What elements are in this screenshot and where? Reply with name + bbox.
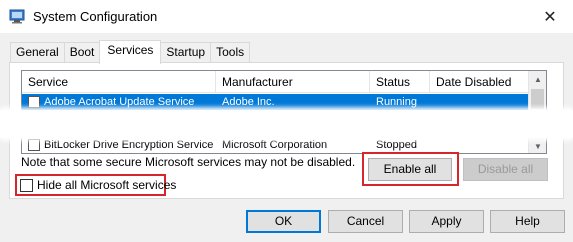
tab-strip: General Boot Services Startup Tools	[10, 40, 251, 64]
service-manufacturer: Adobe Inc.	[222, 96, 275, 108]
tab-general[interactable]: General	[10, 42, 65, 63]
close-icon[interactable]: ✕	[527, 0, 573, 33]
service-name: Adobe Acrobat Update Service	[44, 95, 195, 108]
service-name: BitLocker Drive Encryption Service	[44, 138, 214, 151]
enable-all-button[interactable]: Enable all	[368, 158, 452, 181]
services-list-header: Service Manufacturer Status Date Disable…	[22, 71, 528, 93]
hide-microsoft-services-checkbox[interactable]	[20, 178, 33, 192]
disable-all-button[interactable]: Disable all	[463, 158, 548, 181]
screenshot-tear-gap	[0, 110, 573, 138]
column-header-service[interactable]: Service	[22, 71, 216, 93]
service-manufacturer: Microsoft Corporation	[222, 139, 328, 151]
msconfig-app-icon	[9, 9, 25, 24]
column-header-manufacturer[interactable]: Manufacturer	[216, 71, 370, 93]
service-status: Stopped	[376, 139, 417, 151]
scroll-up-icon[interactable]: ▲	[529, 71, 546, 88]
tab-services[interactable]: Services	[99, 40, 162, 64]
system-configuration-window: System Configuration ✕ General Boot Serv…	[0, 0, 573, 242]
secure-services-note: Note that some secure Microsoft services…	[21, 155, 356, 169]
service-row[interactable]: BitLocker Drive Encryption Service Micro…	[22, 137, 528, 153]
scroll-down-icon[interactable]: ▼	[529, 138, 546, 153]
scroll-thumb[interactable]	[531, 89, 544, 109]
apply-button[interactable]: Apply	[409, 210, 484, 233]
cancel-button[interactable]: Cancel	[328, 210, 403, 233]
tab-startup[interactable]: Startup	[160, 42, 212, 63]
hide-microsoft-services-option[interactable]: Hide all Microsoft services	[20, 178, 176, 192]
ok-button[interactable]: OK	[246, 210, 321, 233]
help-button[interactable]: Help	[490, 210, 565, 233]
column-header-status[interactable]: Status	[370, 71, 430, 93]
service-row[interactable]: Adobe Acrobat Update Service Adobe Inc. …	[22, 94, 528, 110]
tab-tools[interactable]: Tools	[210, 42, 251, 63]
service-status: Running	[376, 96, 417, 108]
column-header-date-disabled[interactable]: Date Disabled	[430, 71, 528, 93]
service-checkbox[interactable]	[28, 139, 40, 152]
service-checkbox[interactable]	[28, 96, 40, 109]
title-bar: System Configuration ✕	[0, 0, 573, 33]
hide-microsoft-services-label[interactable]: Hide all Microsoft services	[37, 178, 176, 192]
window-title: System Configuration	[33, 9, 158, 24]
tab-boot[interactable]: Boot	[63, 42, 101, 63]
